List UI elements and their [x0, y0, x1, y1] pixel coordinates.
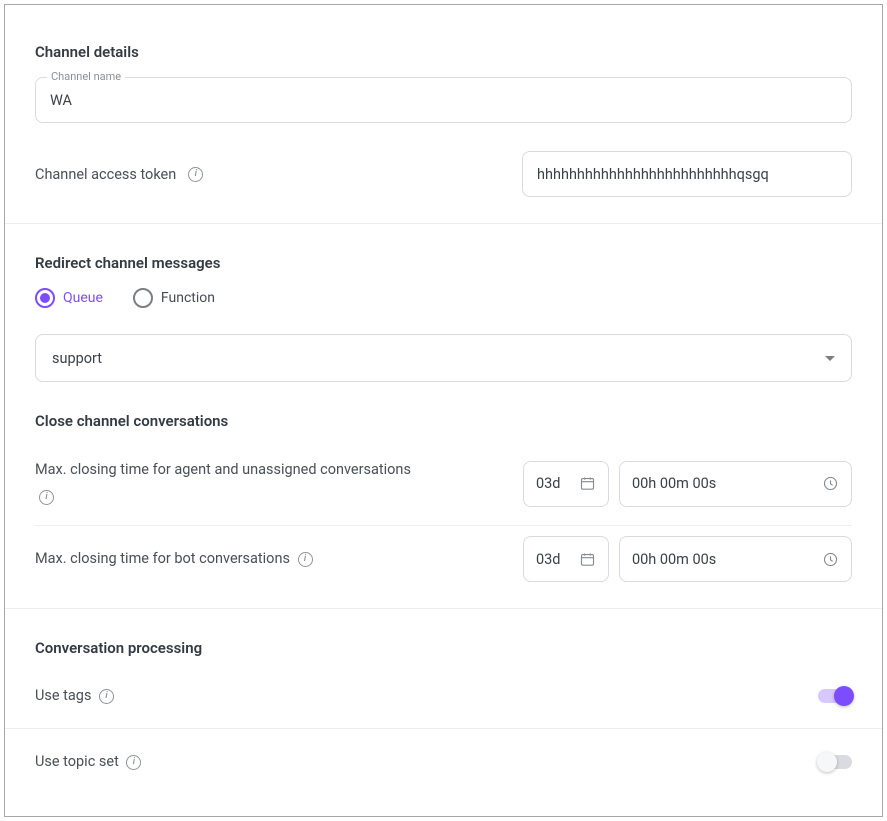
- clock-icon: [822, 475, 839, 492]
- clock-icon: [822, 551, 839, 568]
- access-token-label: Channel access token: [35, 166, 176, 183]
- radio-function[interactable]: Function: [133, 288, 215, 308]
- section-heading-close: Close channel conversations: [35, 412, 852, 430]
- agent-close-time-input[interactable]: 00h 00m 00s: [619, 461, 852, 507]
- bot-close-days-value: 03d: [536, 551, 560, 568]
- channel-name-field-wrapper: Channel name: [35, 77, 852, 123]
- toggle-knob: [834, 686, 854, 706]
- redirect-target-value: support: [52, 350, 102, 367]
- section-heading-processing: Conversation processing: [35, 639, 852, 657]
- agent-close-days-input[interactable]: 03d: [523, 461, 609, 507]
- channel-settings-panel: Channel details Channel name Channel acc…: [4, 4, 883, 817]
- use-tags-toggle[interactable]: [818, 689, 852, 703]
- access-token-input[interactable]: [522, 151, 852, 197]
- agent-close-time-value: 00h 00m 00s: [632, 475, 716, 492]
- bot-close-time-value: 00h 00m 00s: [632, 551, 716, 568]
- info-icon[interactable]: [298, 552, 313, 567]
- calendar-icon: [579, 551, 596, 568]
- channel-name-input[interactable]: [35, 77, 852, 123]
- close-bot-label: Max. closing time for bot conversations: [35, 550, 290, 567]
- channel-name-label: Channel name: [47, 70, 125, 83]
- bot-close-time-input[interactable]: 00h 00m 00s: [619, 536, 852, 582]
- use-topic-label: Use topic set: [35, 753, 119, 770]
- use-tags-label: Use tags: [35, 687, 91, 704]
- divider: [5, 608, 882, 609]
- toggle-knob: [817, 752, 837, 772]
- info-icon[interactable]: [99, 689, 114, 704]
- chevron-down-icon: [825, 356, 835, 361]
- info-icon[interactable]: [188, 167, 203, 182]
- close-agent-label: Max. closing time for agent and unassign…: [35, 461, 411, 478]
- section-heading-channel-details: Channel details: [35, 43, 852, 61]
- use-topic-toggle[interactable]: [818, 755, 852, 769]
- info-icon[interactable]: [126, 755, 141, 770]
- radio-function-label: Function: [161, 290, 215, 306]
- radio-icon: [133, 288, 153, 308]
- redirect-target-select[interactable]: support: [35, 334, 852, 382]
- calendar-icon: [579, 475, 596, 492]
- agent-close-days-value: 03d: [536, 475, 560, 492]
- divider: [5, 728, 882, 729]
- radio-queue[interactable]: Queue: [35, 288, 103, 308]
- divider: [5, 223, 882, 224]
- info-icon[interactable]: [39, 490, 54, 505]
- radio-icon: [35, 288, 55, 308]
- bot-close-days-input[interactable]: 03d: [523, 536, 609, 582]
- section-heading-redirect: Redirect channel messages: [35, 254, 852, 272]
- radio-queue-label: Queue: [63, 290, 103, 306]
